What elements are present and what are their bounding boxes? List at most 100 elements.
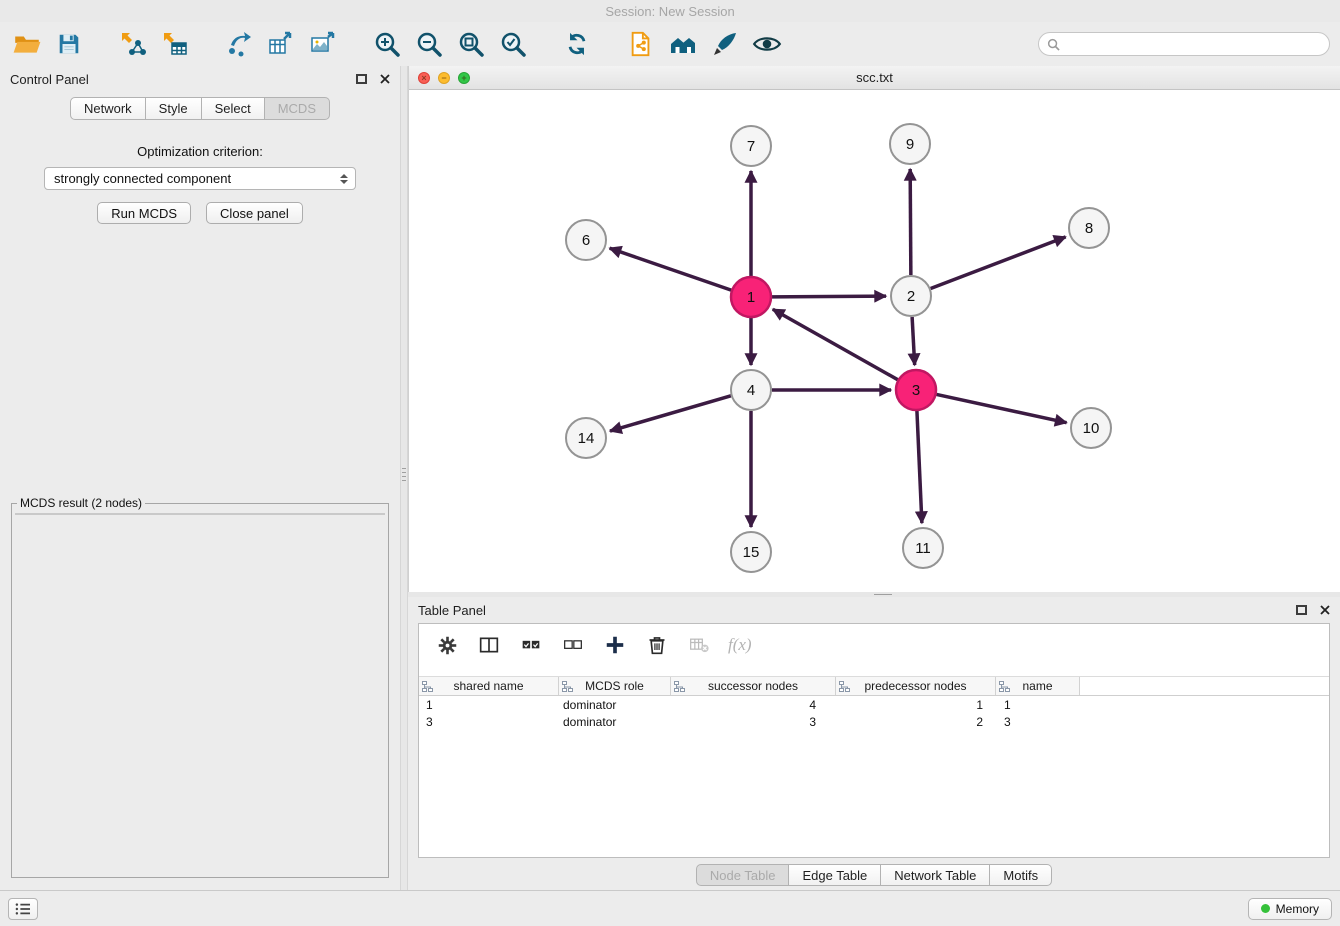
export-table-button[interactable] — [264, 27, 298, 61]
tab-node-table[interactable]: Node Table — [696, 864, 790, 886]
network-window-titlebar[interactable]: scc.txt — [409, 66, 1340, 90]
mcds-result-group: MCDS result (2 nodes) 13 — [11, 496, 389, 878]
function-builder-button[interactable]: f(x) — [728, 635, 752, 655]
network-canvas[interactable]: 7 9 6 8 1 2 4 3 14 10 15 11 — [409, 90, 1340, 591]
select-all-button[interactable] — [518, 632, 544, 658]
delete-table-button[interactable] — [686, 632, 712, 658]
column-header-shared-name[interactable]: shared name — [419, 677, 559, 695]
edge-4-14[interactable] — [610, 396, 731, 431]
tab-mcds[interactable]: MCDS — [265, 97, 330, 120]
network-home-button[interactable] — [666, 27, 700, 61]
maximize-window-button[interactable] — [458, 72, 470, 84]
window-titlebar[interactable]: Session: New Session — [0, 0, 1340, 22]
search-input[interactable] — [1065, 37, 1321, 51]
eye-icon — [752, 29, 782, 59]
memory-button[interactable]: Memory — [1248, 898, 1332, 920]
node-2[interactable]: 2 — [891, 276, 931, 316]
node-10[interactable]: 10 — [1071, 408, 1111, 448]
node-label: 1 — [747, 289, 755, 306]
import-table-button[interactable] — [158, 27, 192, 61]
delete-column-button[interactable] — [644, 632, 670, 658]
close-panel-icon[interactable] — [1320, 605, 1330, 615]
node-8[interactable]: 8 — [1069, 208, 1109, 248]
edge-2-8[interactable] — [931, 237, 1066, 289]
share-document-button[interactable] — [624, 27, 658, 61]
node-1[interactable]: 1 — [731, 277, 771, 317]
run-mcds-button[interactable]: Run MCDS — [97, 202, 191, 224]
table-row[interactable]: 1dominator411 — [419, 696, 1329, 713]
minimize-window-button[interactable] — [438, 72, 450, 84]
save-session-button[interactable] — [52, 27, 86, 61]
import-table-icon — [161, 30, 189, 58]
add-column-button[interactable] — [602, 632, 628, 658]
node-7[interactable]: 7 — [731, 126, 771, 166]
node-label: 6 — [582, 232, 590, 249]
edge-3-10[interactable] — [937, 394, 1067, 422]
refresh-icon — [564, 31, 590, 57]
column-type-icon — [839, 681, 850, 692]
import-network-button[interactable] — [116, 27, 150, 61]
zoom-selected-button[interactable] — [496, 27, 530, 61]
node-4[interactable]: 4 — [731, 370, 771, 410]
task-list-icon — [14, 902, 32, 916]
houses-icon — [669, 30, 697, 58]
share-document-icon — [628, 31, 654, 57]
table-options-button[interactable] — [434, 632, 460, 658]
edge-1-6[interactable] — [610, 248, 732, 290]
column-type-icon — [562, 681, 573, 692]
search-box[interactable] — [1038, 32, 1330, 56]
export-table-icon — [267, 30, 295, 58]
column-header-successor-nodes[interactable]: successor nodes — [671, 677, 836, 695]
close-panel-button[interactable]: Close panel — [206, 202, 303, 224]
columns-icon — [479, 635, 499, 655]
tab-style[interactable]: Style — [146, 97, 202, 120]
edge-2-3[interactable] — [912, 317, 915, 365]
close-window-button[interactable] — [418, 72, 430, 84]
node-6[interactable]: 6 — [566, 220, 606, 260]
close-panel-icon[interactable] — [380, 74, 390, 84]
show-details-button[interactable] — [750, 27, 784, 61]
checked-boxes-icon — [521, 635, 541, 655]
memory-status-dot — [1261, 904, 1270, 913]
node-11[interactable]: 11 — [903, 528, 943, 568]
table-toolbar: f(x) — [419, 624, 1329, 666]
task-history-button[interactable] — [8, 898, 38, 920]
annotation-brush-button[interactable] — [708, 27, 742, 61]
export-network-button[interactable] — [222, 27, 256, 61]
table-row[interactable]: 3dominator323 — [419, 713, 1329, 730]
column-header-name[interactable]: name — [996, 677, 1080, 695]
tab-network[interactable]: Network — [70, 97, 146, 120]
column-visibility-button[interactable] — [476, 632, 502, 658]
float-panel-icon[interactable] — [356, 74, 367, 84]
mcds-result-line: 1 — [22, 516, 367, 518]
mcds-buttons-row: Run MCDS Close panel — [97, 202, 302, 224]
node-14[interactable]: 14 — [566, 418, 606, 458]
node-9[interactable]: 9 — [890, 124, 930, 164]
tab-network-table[interactable]: Network Table — [881, 864, 990, 886]
edge-2-9[interactable] — [910, 169, 911, 275]
optimization-criterion-select[interactable]: strongly connected component — [44, 167, 356, 190]
panel-splitter-vertical[interactable] — [400, 66, 408, 890]
zoom-fit-button[interactable] — [454, 27, 488, 61]
deselect-all-button[interactable] — [560, 632, 586, 658]
open-session-button[interactable] — [10, 27, 44, 61]
zoom-out-icon — [415, 30, 443, 58]
tab-motifs[interactable]: Motifs — [990, 864, 1052, 886]
zoom-fit-icon — [457, 30, 485, 58]
export-image-button[interactable] — [306, 27, 340, 61]
tab-select[interactable]: Select — [202, 97, 265, 120]
apply-layout-button[interactable] — [560, 27, 594, 61]
zoom-out-button[interactable] — [412, 27, 446, 61]
tab-edge-table[interactable]: Edge Table — [789, 864, 881, 886]
zoom-in-button[interactable] — [370, 27, 404, 61]
brush-icon — [711, 30, 739, 58]
column-header-predecessor-nodes[interactable]: predecessor nodes — [836, 677, 996, 695]
edge-3-1[interactable] — [773, 309, 898, 379]
column-header-mcds-role[interactable]: MCDS role — [559, 677, 671, 695]
import-network-icon — [119, 30, 147, 58]
node-15[interactable]: 15 — [731, 532, 771, 572]
edge-3-11[interactable] — [917, 411, 922, 523]
float-panel-icon[interactable] — [1296, 605, 1307, 615]
edge-1-2[interactable] — [772, 296, 886, 297]
node-3[interactable]: 3 — [896, 370, 936, 410]
